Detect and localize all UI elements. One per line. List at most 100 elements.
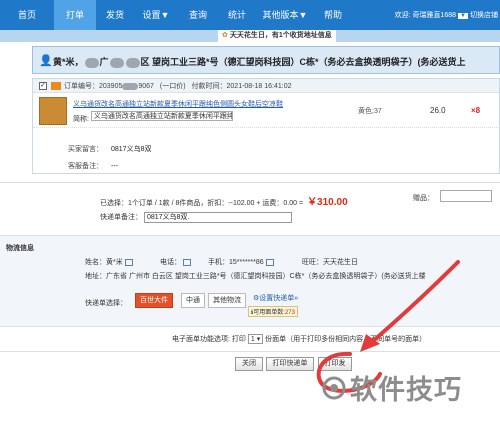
top-nav: 首页 打单 发货 设置▼ 查询 统计 其他版本▼ 帮助 欢迎: 奇瑞雅直1688… — [0, 0, 500, 30]
print-count-select[interactable]: 1 ▾ — [247, 334, 264, 344]
express-note-input[interactable]: 0817义乌8双. — [143, 212, 292, 223]
paid-time: 2021-08-18 16:41:02 — [226, 83, 292, 90]
notice-bar: ✿ 天天花生日，有1个收货地址信息 — [0, 30, 500, 42]
wangwang-field: 旺旺：天天花生日 — [302, 257, 358, 267]
summary-text: 已选择：1个订单 / 1款 / 8件商品，折扣：--102.00 + 运费：0.… — [100, 200, 304, 207]
seller-note-label: 客服备注： — [68, 163, 103, 170]
tab-stats[interactable]: 统计 — [218, 0, 256, 30]
wangwang-label: 旺旺： — [302, 259, 323, 266]
abbr-label: 简称: — [73, 116, 89, 123]
watermark-text: 软件技巧 — [350, 375, 462, 405]
remaining-count: 273 — [284, 310, 295, 316]
tab-print-order[interactable]: 打单 — [54, 0, 96, 30]
wangwang-value: 天天花生日 — [323, 259, 358, 266]
divider — [0, 351, 500, 352]
order-summary: 已选择：1个订单 / 1款 / 8件商品，折扣：--102.00 + 运费：0.… — [100, 193, 348, 208]
birthday-banner: ✿ 天天花生日，有1个收货地址信息 — [218, 30, 336, 42]
tab-ship[interactable]: 发货 — [96, 0, 134, 30]
mail-icon — [51, 82, 61, 90]
address-label: 地址： — [85, 273, 106, 280]
paid-time-label: 付款时间： — [191, 83, 227, 90]
close-button[interactable]: 关闭 — [235, 357, 263, 371]
order-card: ✓ 订单编号：203905 9067 (一口价) 付款时间：2021-08-18 … — [32, 78, 500, 174]
express-settings-text: 设置快递单» — [259, 295, 299, 302]
gift-label: 赠品： — [413, 195, 434, 202]
product-spec: 黄色;37 — [358, 108, 382, 115]
express-note: 快递单备注： 0817义乌8双. — [100, 212, 292, 223]
name-label: 姓名： — [85, 259, 106, 266]
welcome-prefix: 欢迎: — [394, 12, 413, 19]
birthday-text: 天天花生日，有1个收货地址信息 — [229, 32, 332, 39]
buyer-message: 买家留言： 0817义乌8双 — [68, 144, 151, 154]
name-value: 黄*米 — [106, 259, 123, 266]
order-checkbox[interactable]: ✓ — [39, 82, 47, 90]
order-status: (一口价) — [159, 83, 186, 90]
mobile-value: 15*******86 — [229, 259, 264, 266]
tab-query[interactable]: 查询 — [178, 0, 218, 30]
express-note-label: 快递单备注： — [100, 214, 142, 221]
remaining-label: 可用面单数: — [253, 310, 285, 316]
user-dropdown-icon[interactable]: ▼ — [458, 13, 468, 19]
print-options-label: 电子面单功能选项: 打印 — [172, 336, 246, 343]
address-header: 👤 黄*米， 广 区 望岗工业三路*号（德汇望岗科技园）C栋*（务必去盒换透明袋子）… — [32, 46, 500, 74]
order-id-prefix: 203905 — [99, 83, 123, 90]
buyer-message-value: 0817义乌8双 — [111, 146, 152, 153]
divider — [0, 182, 500, 183]
tab-other-versions[interactable]: 其他版本▼ — [256, 0, 314, 30]
product-qty: ×8 — [471, 106, 481, 115]
order-header: ✓ 订单编号：203905 9067 (一口价) 付款时间：2021-08-18 … — [33, 79, 499, 93]
blurred-region — [125, 57, 140, 68]
welcome-text: 欢迎: 奇瑞雅直1688 ▼ 切换店铺 — [395, 10, 498, 20]
product-thumbnail[interactable] — [39, 97, 67, 125]
logistics-title: 物流信息 — [6, 245, 34, 252]
phone-label: 电话： — [160, 259, 181, 266]
phone-field: 电话： — [160, 257, 191, 267]
print-options-suffix: 份面单（用于打印多份相同内容，不同单号的面单） — [265, 336, 427, 343]
seller-note-value: --- — [111, 163, 118, 170]
logistics-section: 物流信息 姓名：黄*米 电话： 手机：15*******86 旺旺：天天花生日 … — [0, 235, 500, 327]
address-header-text: 黄*米， 广 区 望岗工业三路*号（德汇望岗科技园）C栋*（务必去盒换透明袋子）(务… — [53, 55, 466, 68]
seller-note: 客服备注： --- — [68, 161, 118, 171]
buyer-message-label: 买家留言： — [68, 146, 103, 153]
order-item-row: 义乌通货改名高通独立站新款夏季休闲平跟纯色侧圆头女鞋后空凉鞋 简称: 义乌通货改… — [33, 94, 499, 128]
edit-icon[interactable] — [183, 258, 191, 266]
tab-home[interactable]: 首页 — [0, 0, 54, 30]
product-name-link[interactable]: 义乌通货改名高通独立站新款夏季休闲平跟纯色侧圆头女鞋后空凉鞋 — [73, 99, 283, 109]
abbr-input[interactable]: 义乌通货改名高通独立站新款夏季休闲平跟纯色侧圆: — [90, 111, 233, 121]
city-fragment: 广 — [99, 57, 109, 67]
print-count-value: 1 — [250, 336, 255, 343]
gift-select[interactable] — [440, 190, 492, 202]
blurred-region — [84, 57, 99, 68]
watermark-logo-icon — [322, 376, 346, 400]
print-express-button[interactable]: 打印快递单 — [266, 357, 314, 371]
express-select-label: 快递单选择： — [85, 300, 127, 307]
gift-icon: ✿ — [222, 32, 228, 39]
receiver-name: 黄*米， — [53, 57, 84, 67]
mobile-label: 手机： — [208, 259, 229, 266]
product-abbr: 简称: 义乌通货改名高通独立站新款夏季休闲平跟纯色侧圆: — [73, 111, 233, 124]
username: 奇瑞雅直1688 — [412, 12, 457, 19]
express-option-other[interactable]: 其他物流 — [208, 293, 246, 308]
order-id-label: 订单编号： — [64, 83, 99, 90]
tab-help[interactable]: 帮助 — [314, 0, 352, 30]
order-info: 订单编号：203905 9067 (一口价) 付款时间：2021-08-18 16… — [64, 81, 292, 91]
express-option-baishi[interactable]: 百世大件 — [135, 293, 173, 308]
tab-settings[interactable]: 设置▼ — [134, 0, 178, 30]
edit-icon[interactable] — [265, 258, 274, 266]
express-settings-link[interactable]: ⚙设置快递单» — [253, 293, 298, 303]
user-icon: 👤 — [39, 55, 53, 67]
remaining-waybills: ℹ可用面单数:273 — [248, 306, 298, 317]
address-field: 地址：广东省 广州市 白云区 望岗工业三路*号（德汇望岗科技园）C栋*（务必去盒… — [85, 271, 426, 281]
express-option-zhongtong[interactable]: 中通 — [181, 293, 205, 308]
name-field: 姓名：黄*米 — [85, 257, 133, 267]
summary-total: ￥310.00 — [307, 197, 348, 208]
print-options: 电子面单功能选项: 打印 1 ▾ 份面单（用于打印多份相同内容，不同单号的面单） — [172, 334, 426, 344]
mobile-field: 手机：15*******86 — [208, 257, 274, 267]
address-value: 广东省 广州市 白云区 望岗工业三路*号（德汇望岗科技园）C栋*（务必去盒换透明… — [106, 273, 426, 280]
switch-store-link[interactable]: 切换店铺 — [470, 12, 498, 19]
receiver-address: 区 望岗工业三路*号（德汇望岗科技园）C栋*（务必去盒换透明袋子）(务必送货上 — [140, 57, 466, 67]
order-id-suffix: 9067 — [138, 83, 154, 90]
blurred-region — [122, 82, 139, 90]
print-invoice-button[interactable]: 打印发 — [318, 357, 352, 371]
edit-icon[interactable] — [124, 258, 133, 266]
